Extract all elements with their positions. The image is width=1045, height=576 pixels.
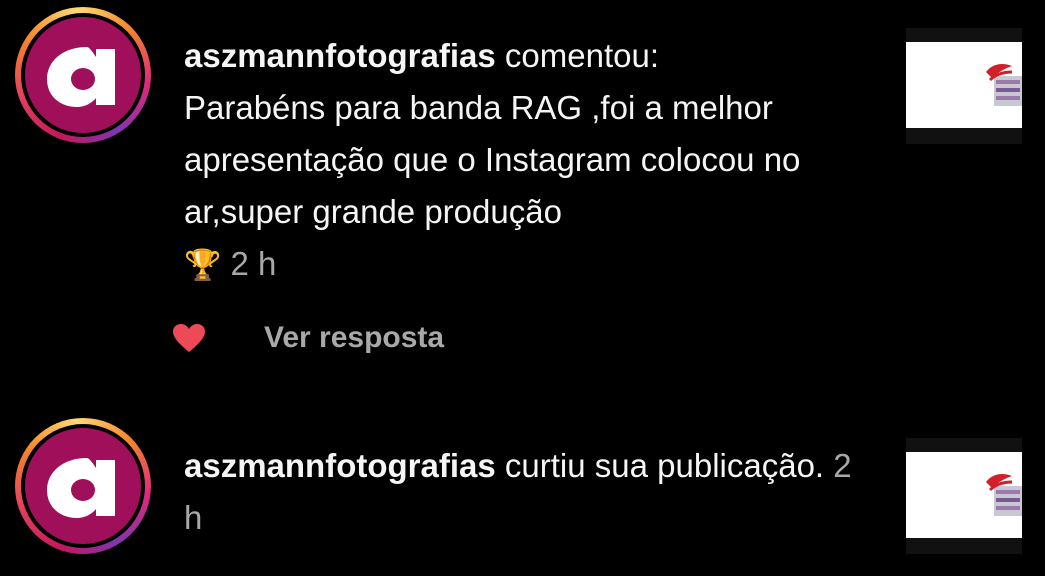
avatar xyxy=(21,13,145,137)
avatar-logo xyxy=(25,17,141,133)
story-ring[interactable] xyxy=(15,418,151,554)
username[interactable]: aszmannfotografias xyxy=(184,37,496,74)
notification-comment[interactable]: aszmannfotografias comentou: Parabéns pa… xyxy=(0,0,1045,400)
avatar-logo xyxy=(25,428,141,544)
trophy-icon: 🏆 xyxy=(184,249,222,282)
notification-text: aszmannfotografias comentou: Parabéns pa… xyxy=(184,30,874,292)
timestamp: 2 h xyxy=(230,245,277,282)
notification-like[interactable]: aszmannfotografias curtiu sua publicação… xyxy=(0,400,1045,576)
username[interactable]: aszmannfotografias xyxy=(184,447,496,484)
thumbnail-logo xyxy=(986,474,1022,516)
post-thumbnail[interactable] xyxy=(906,28,1022,144)
heart-icon[interactable] xyxy=(172,323,206,353)
story-ring[interactable] xyxy=(15,7,151,143)
action-text: comentou: xyxy=(495,37,659,74)
comment-text: Parabéns para banda RAG ,foi a melhor ap… xyxy=(184,89,801,230)
notification-text: aszmannfotografias curtiu sua publicação… xyxy=(184,440,874,544)
comment-actions: Ver resposta xyxy=(172,316,444,360)
thumbnail-logo xyxy=(986,64,1022,106)
view-reply-link[interactable]: Ver resposta xyxy=(264,321,444,355)
post-thumbnail[interactable] xyxy=(906,438,1022,554)
avatar xyxy=(21,424,145,548)
action-text: curtiu sua publicação. xyxy=(495,447,825,484)
